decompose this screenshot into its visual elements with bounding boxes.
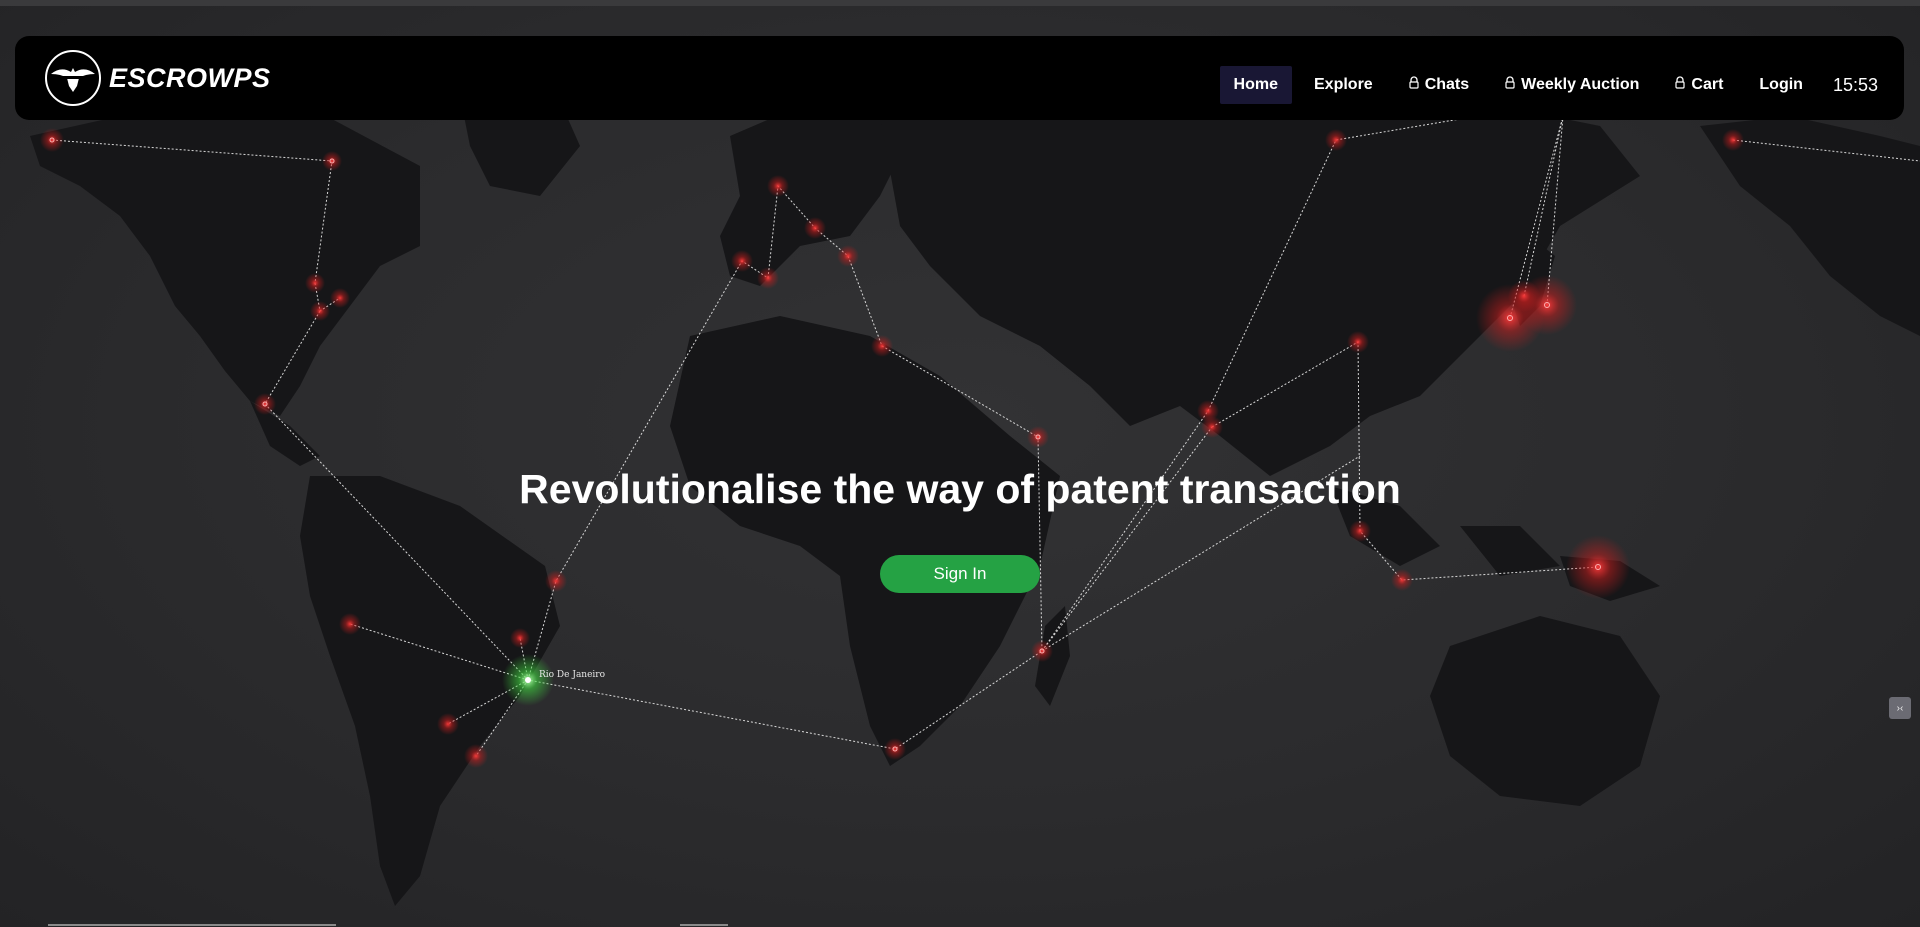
sign-in-button[interactable]: Sign In xyxy=(880,555,1040,593)
main-nav: Home Explore Chats Weekly Auction Cart L… xyxy=(1212,66,1878,104)
highlight-city-label: Rio De Janeiro xyxy=(539,670,606,680)
nav-home-label: Home xyxy=(1233,76,1278,93)
hero-title: Revolutionalise the way of patent transa… xyxy=(519,466,1401,512)
side-toggle-button[interactable]: ›‹ xyxy=(1889,697,1911,719)
brand-name: ESCROWPS xyxy=(109,62,271,93)
nav-chats[interactable]: Chats xyxy=(1395,66,1483,104)
eagle-logo-icon xyxy=(45,50,101,106)
clock: 15:53 xyxy=(1832,74,1878,95)
lock-icon xyxy=(1505,76,1515,94)
nav-explore[interactable]: Explore xyxy=(1300,66,1387,104)
nav-explore-label: Explore xyxy=(1314,76,1373,93)
top-navbar: ESCROWPS Home Explore Chats Weekly Aucti… xyxy=(15,36,1904,120)
nav-cart-label: Cart xyxy=(1691,76,1724,93)
nav-chats-label: Chats xyxy=(1424,76,1470,93)
side-toggle-label: ›‹ xyxy=(1896,702,1904,714)
nav-weekly-auction[interactable]: Weekly Auction xyxy=(1491,66,1653,104)
nav-login[interactable]: Login xyxy=(1745,66,1817,104)
nav-weekly-auction-label: Weekly Auction xyxy=(1521,76,1640,93)
horizontal-scroll-indicator[interactable] xyxy=(48,924,336,926)
highlight-node xyxy=(525,677,531,683)
lock-icon xyxy=(1409,76,1419,94)
nav-cart[interactable]: Cart xyxy=(1661,66,1737,104)
brand-logo[interactable]: ESCROWPS xyxy=(45,50,271,106)
lock-icon xyxy=(1675,76,1685,94)
nav-home[interactable]: Home xyxy=(1219,66,1292,104)
horizontal-scroll-indicator[interactable] xyxy=(680,924,728,926)
sign-in-label: Sign In xyxy=(933,564,987,583)
nav-login-label: Login xyxy=(1759,76,1803,93)
